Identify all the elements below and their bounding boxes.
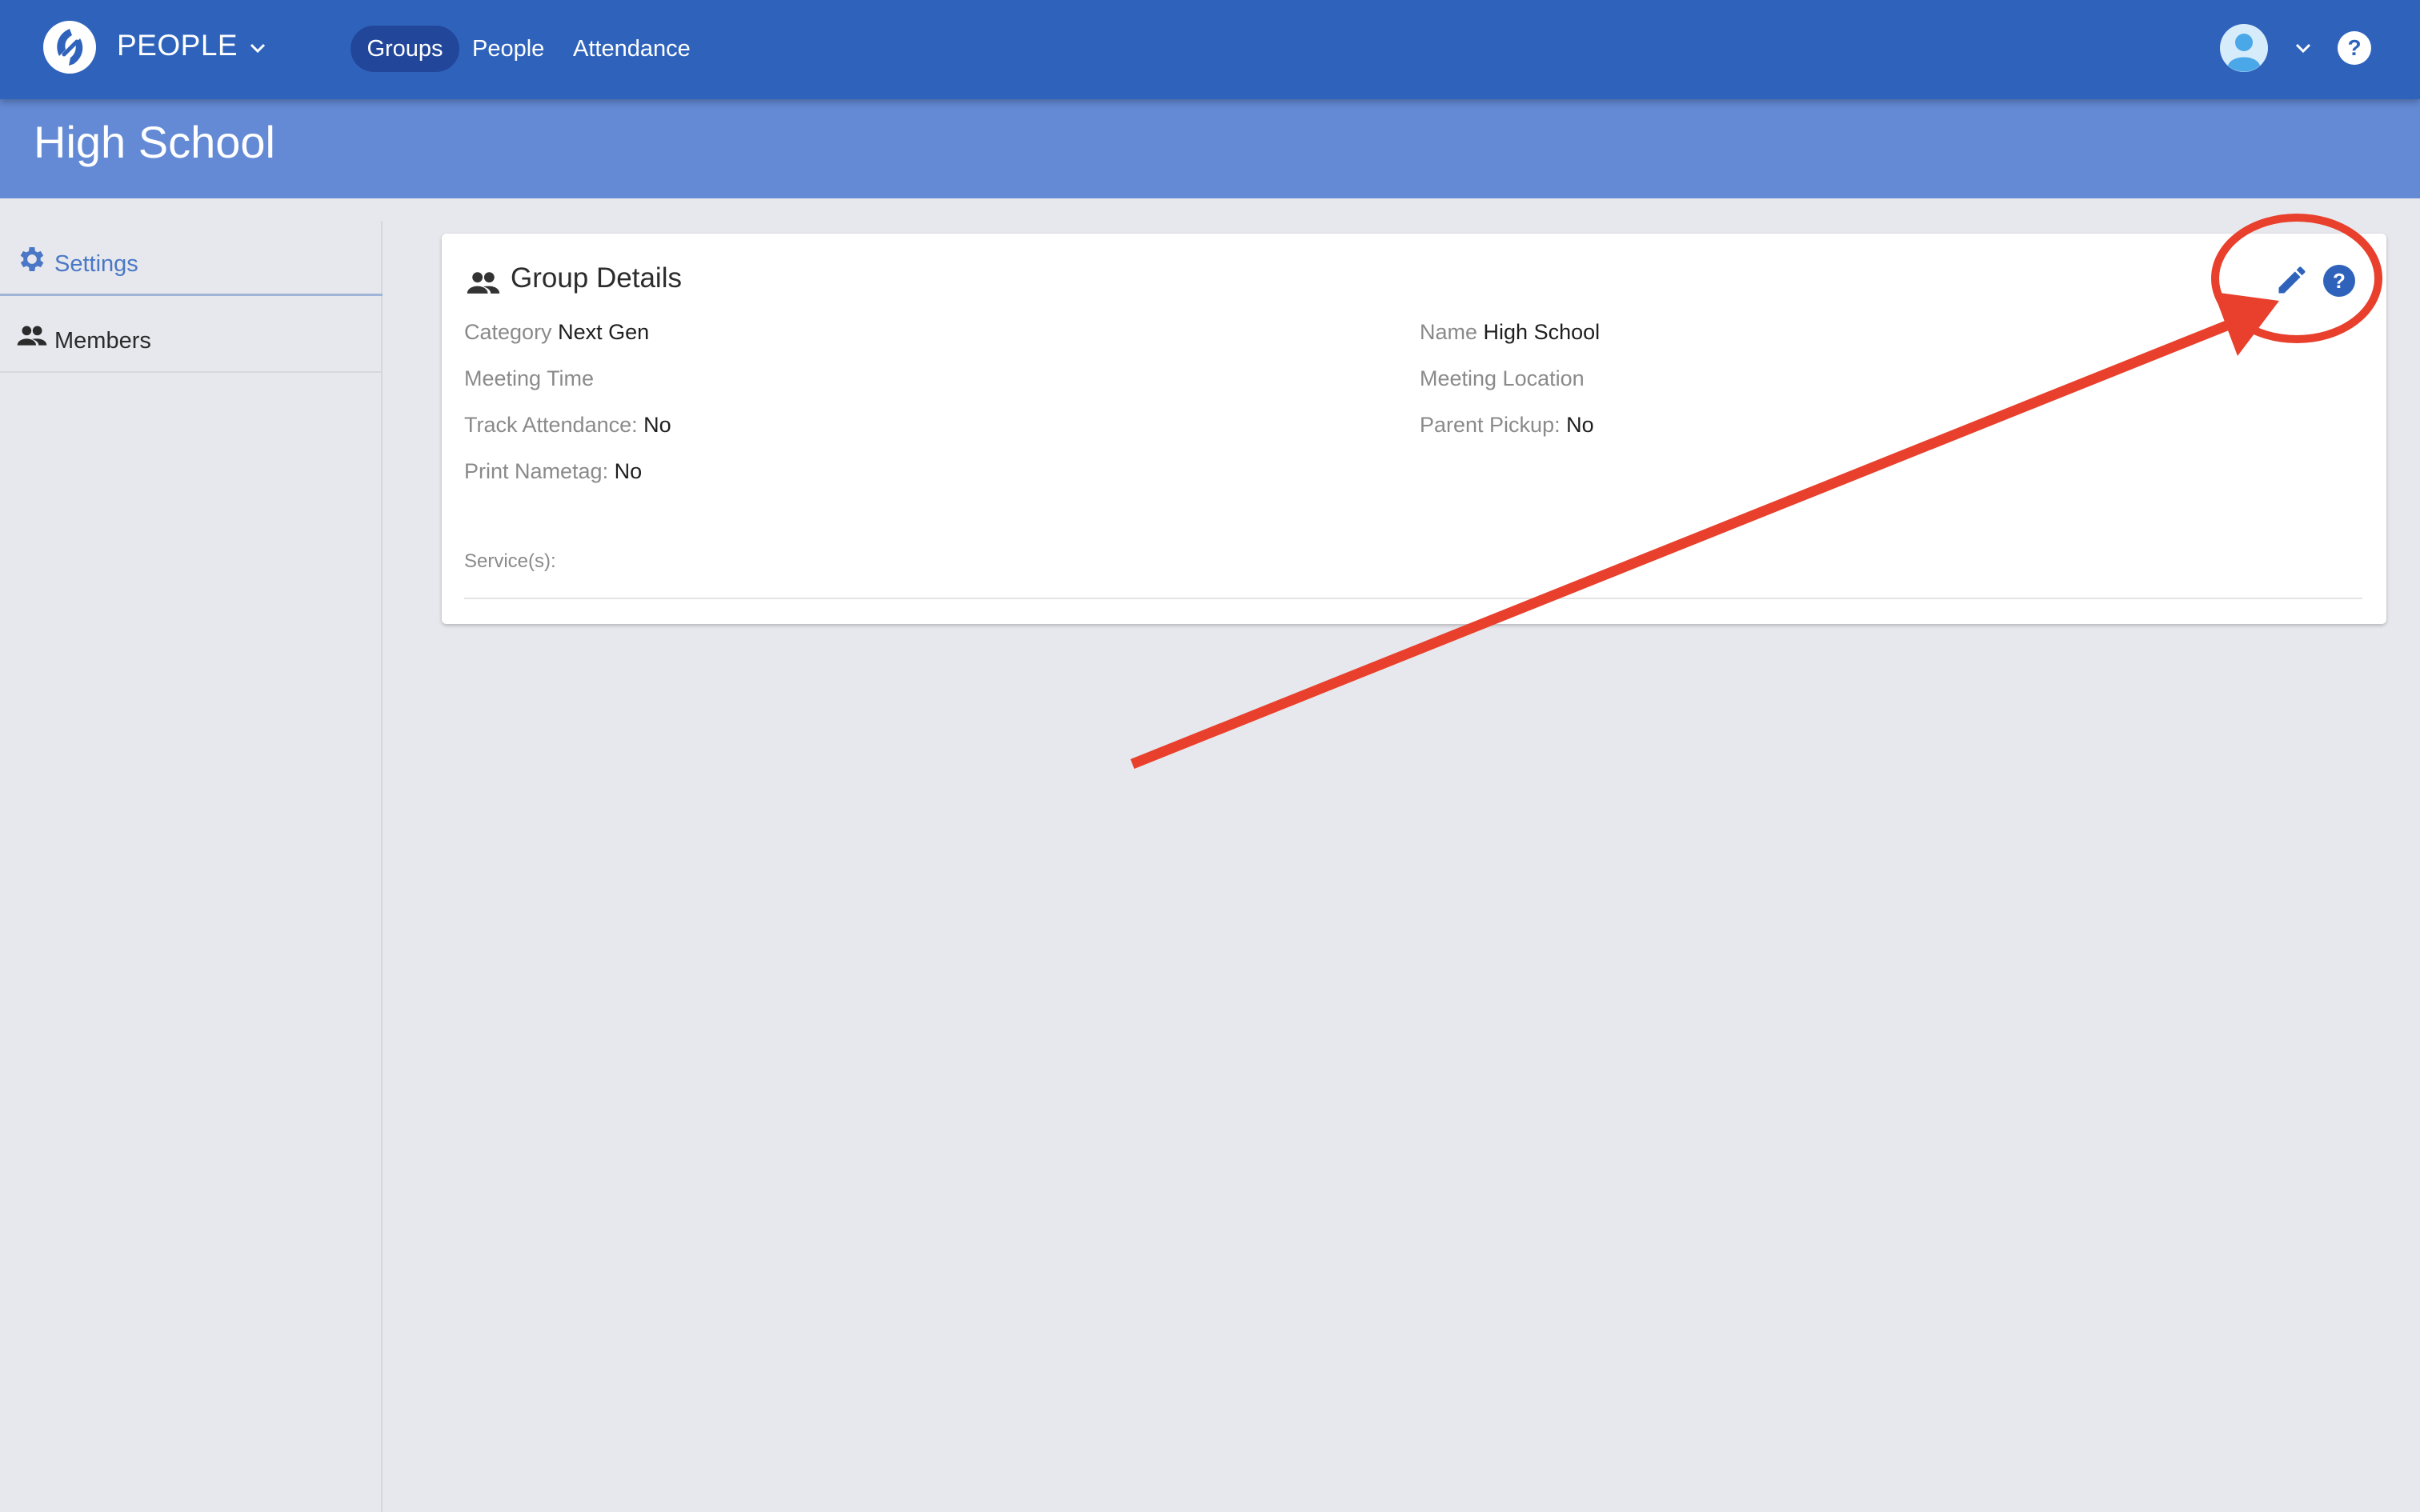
svg-text:?: ? bbox=[2347, 35, 2361, 60]
user-avatar-icon[interactable] bbox=[2220, 24, 2268, 72]
field-meeting-time: Meeting Time bbox=[464, 366, 595, 390]
top-app-bar: PEOPLE Groups People Attendance ? bbox=[0, 0, 2420, 99]
app-switcher-label[interactable]: PEOPLE bbox=[117, 29, 238, 62]
sidebar-item-settings[interactable]: Settings bbox=[0, 221, 383, 296]
services-label: Service(s): bbox=[464, 550, 556, 572]
field-parent-pickup: Parent Pickup: No bbox=[1420, 413, 1594, 437]
page-header-band bbox=[0, 99, 2420, 198]
sidebar-item-members[interactable]: Members bbox=[0, 298, 383, 373]
app-logo-icon[interactable] bbox=[42, 19, 98, 75]
field-print-nametag: Print Nametag: No bbox=[464, 459, 643, 483]
sidebar-item-label: Settings bbox=[54, 251, 138, 277]
chevron-down-icon[interactable] bbox=[2292, 38, 2314, 58]
people-icon bbox=[17, 326, 47, 346]
help-icon[interactable]: ? bbox=[2337, 30, 2372, 66]
gear-icon bbox=[20, 247, 44, 271]
field-category: Category Next Gen bbox=[464, 320, 650, 344]
page-title: High School bbox=[34, 117, 275, 167]
field-name: Name High School bbox=[1420, 320, 1601, 344]
nav-tab-groups[interactable]: Groups bbox=[351, 26, 459, 72]
group-details-card: Group Details ? Category Next Gen Name H… bbox=[442, 234, 2386, 624]
chevron-down-icon[interactable] bbox=[246, 38, 269, 58]
nav-tab-people[interactable]: People bbox=[472, 26, 544, 72]
card-title: Group Details bbox=[511, 262, 682, 294]
sidebar: Settings Members bbox=[0, 221, 383, 1512]
field-meeting-location: Meeting Location bbox=[1420, 366, 1585, 390]
sidebar-item-label: Members bbox=[54, 328, 151, 354]
divider bbox=[464, 598, 2362, 599]
people-icon bbox=[467, 272, 500, 294]
svg-text:?: ? bbox=[2333, 269, 2346, 293]
pencil-edit-icon[interactable] bbox=[2274, 262, 2310, 298]
field-track-attendance: Track Attendance: No bbox=[464, 413, 671, 437]
nav-tab-attendance[interactable]: Attendance bbox=[573, 26, 691, 72]
help-icon[interactable]: ? bbox=[2322, 264, 2356, 298]
